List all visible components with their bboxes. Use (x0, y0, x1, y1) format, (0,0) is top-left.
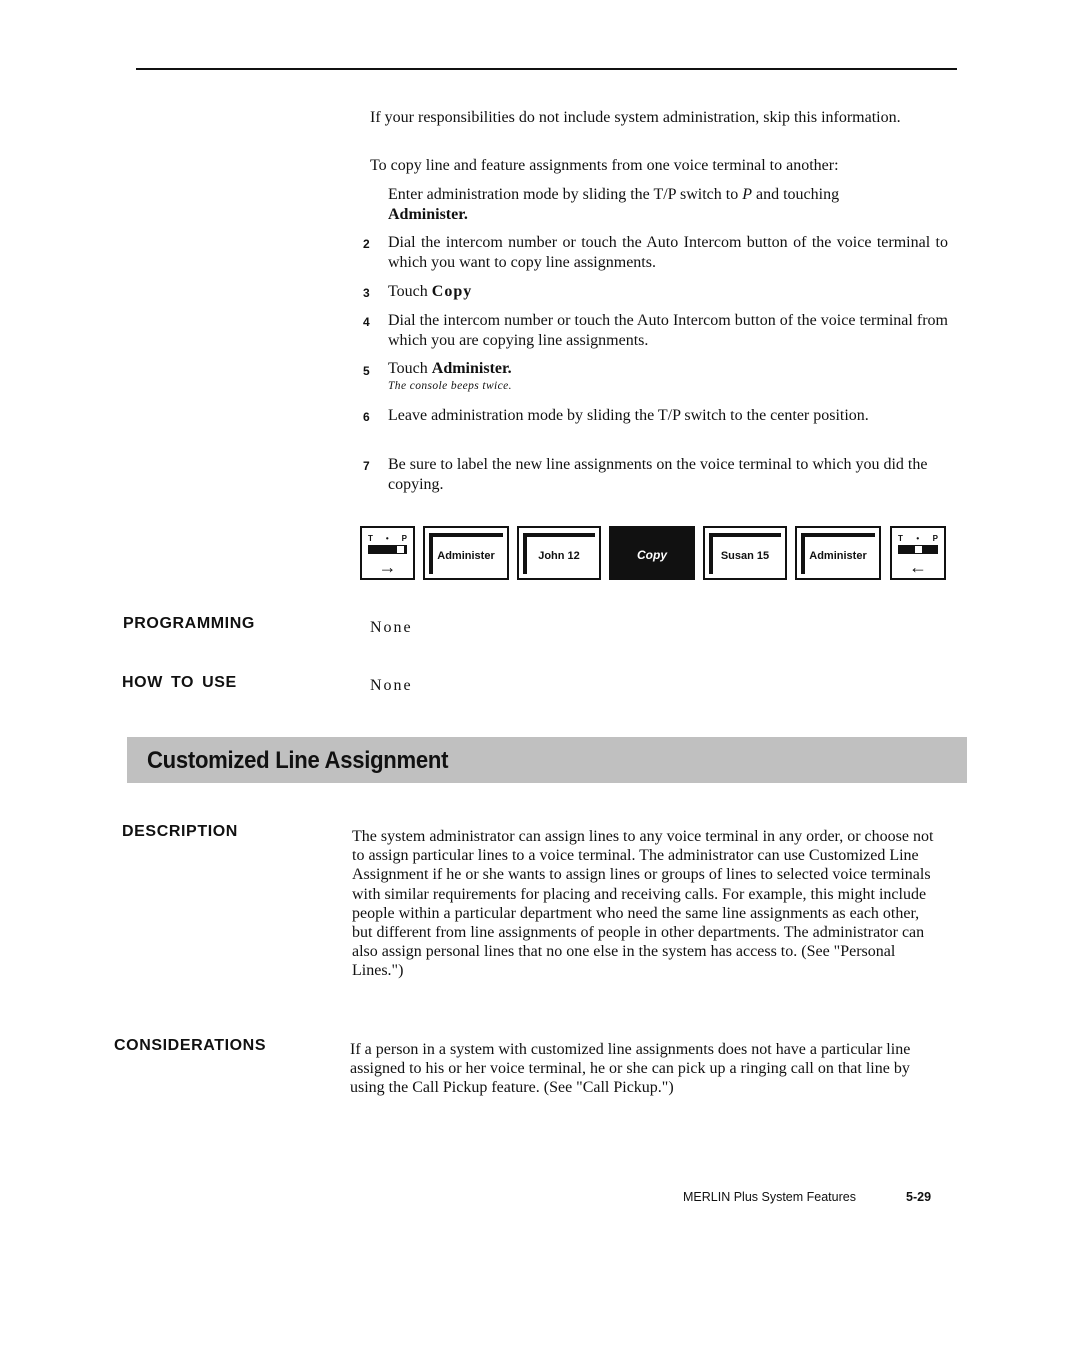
step-1-text-after: and touching (751, 186, 840, 203)
step-6: Leave administration mode by sliding the… (388, 407, 869, 424)
footer-book-title: MERLIN Plus System Features (683, 1190, 856, 1204)
step-2: Dial the intercom number or touch the Au… (388, 234, 948, 271)
step-5-note: The console beeps twice. (388, 380, 512, 392)
key-bevel (709, 533, 781, 537)
step-7-number: 7 (363, 459, 370, 473)
key-label: Susan 15 (720, 550, 770, 562)
key-administer-2: Administer (795, 526, 881, 580)
step-5-text: Touch (388, 360, 432, 377)
switch-labels: T • P (898, 534, 938, 543)
switch-label-t: T (898, 534, 903, 543)
tp-switch-start: T • P → (360, 526, 415, 580)
step-1-text: Enter administration mode by sliding the… (388, 186, 743, 203)
footer-page-number: 5-29 (906, 1190, 932, 1204)
switch-slider (898, 545, 938, 554)
step-6-number: 6 (363, 410, 370, 424)
key-label: Administer (437, 550, 495, 562)
step-5-number: 5 (363, 364, 370, 378)
arrow-right-icon: → (378, 557, 397, 577)
step-5: Touch Administer. (388, 359, 948, 379)
switch-label-center: • (916, 534, 920, 543)
step-1-bold: Administer. (388, 205, 468, 223)
switch-label-center: • (385, 534, 389, 543)
step-1: Enter administration mode by sliding the… (388, 185, 948, 224)
key-administer-1: Administer (423, 526, 509, 580)
key-bevel (801, 533, 875, 537)
key-bevel (429, 533, 503, 537)
step-2-number: 2 (363, 237, 370, 251)
key-label: Copy (637, 548, 667, 562)
top-rule (136, 68, 957, 70)
key-susan-15: Susan 15 (703, 526, 787, 580)
step-1-italic: P (742, 186, 752, 203)
step-3-number: 3 (363, 286, 370, 300)
programming-heading: PROGRAMMING (123, 615, 255, 632)
feature-banner: Customized Line Assignment (127, 737, 967, 783)
key-copy: Copy (609, 526, 695, 580)
switch-labels: T • P (368, 534, 407, 543)
procedure-lead: To copy line and feature assignments fro… (370, 157, 839, 174)
how-to-use-heading: HOW TO USE (122, 674, 237, 691)
key-label: Administer (809, 550, 867, 562)
description-heading: DESCRIPTION (122, 823, 238, 840)
feature-title: Customized Line Assignment (147, 747, 449, 774)
step-4-number: 4 (363, 315, 370, 329)
switch-label-p: P (932, 534, 938, 543)
switch-knob (397, 546, 404, 553)
key-bevel (523, 533, 595, 537)
step-7: Be sure to label the new line assignment… (388, 456, 928, 493)
switch-label-p: P (401, 534, 407, 543)
step-3: Touch Copy (388, 282, 948, 302)
considerations-text: If a person in a system with customized … (350, 1041, 911, 1097)
description-text: The system administrator can assign line… (352, 828, 934, 980)
programming-value: None (370, 619, 413, 636)
step-3-bold: Copy (431, 283, 473, 300)
switch-slider (368, 545, 407, 554)
switch-knob (915, 546, 922, 553)
how-to-use-value: None (370, 677, 413, 694)
switch-label-t: T (368, 534, 373, 543)
step-5-bold: Administer. (431, 360, 512, 377)
key-label: John 12 (538, 550, 580, 562)
step-4: Dial the intercom number or touch the Au… (388, 312, 948, 349)
arrow-left-icon: ← (909, 557, 927, 577)
key-john-12: John 12 (517, 526, 601, 580)
step-3-text: Touch (388, 283, 432, 300)
considerations-heading: CONSIDERATIONS (114, 1037, 267, 1054)
skip-note: If your responsibilities do not include … (370, 109, 901, 126)
tp-switch-end: T • P ← (890, 526, 946, 580)
